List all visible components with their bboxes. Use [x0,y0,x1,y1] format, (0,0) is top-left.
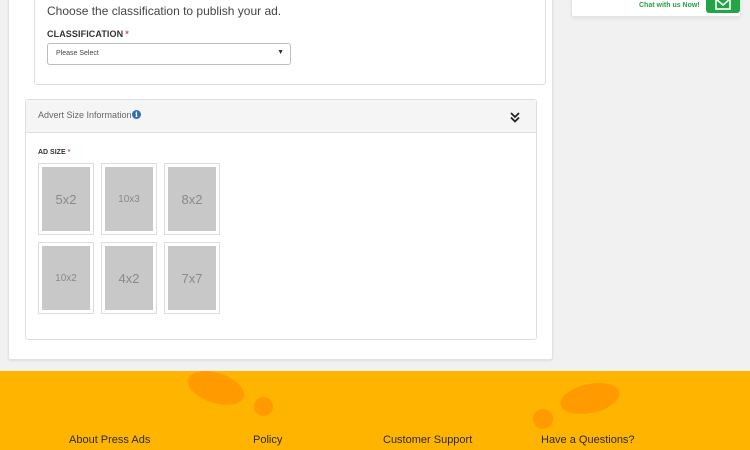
footer: About Press Ads Policy Customer Support … [0,371,750,450]
double-chevron-down-icon[interactable] [508,110,522,124]
decorative-dot [254,397,273,416]
info-icon[interactable]: i [132,110,141,119]
caret-down-icon: ▼ [277,49,284,56]
ad-size-preview: 7x7 [168,246,216,310]
required-mark: * [125,29,129,39]
footer-support-link[interactable]: Customer Support [383,434,472,446]
ad-size-option-4x2[interactable]: 4x2 [101,242,157,314]
ad-size-preview: 8x2 [168,167,216,231]
advert-size-header[interactable]: Advert Size Information i [26,100,536,133]
ad-size-preview: 5x2 [42,167,90,231]
chat-button[interactable] [706,0,740,13]
decorative-blob [557,378,623,419]
classification-intro: Choose the classification to publish you… [47,4,282,18]
footer-policy-link[interactable]: Policy [253,434,282,446]
classification-select[interactable]: Please Select ▼ [47,43,291,65]
ad-size-preview: 10x2 [42,246,90,310]
classification-label: CLASSIFICATION * [47,29,129,39]
ad-size-label: AD SIZE * [38,149,70,156]
ad-size-option-10x2[interactable]: 10x2 [38,242,94,314]
ad-size-option-7x7[interactable]: 7x7 [164,242,220,314]
classification-panel: Choose the classification to publish you… [34,0,546,85]
chat-widget[interactable]: Chat with us Now! [571,0,741,17]
envelope-icon [715,0,731,10]
footer-about-link[interactable]: About Press Ads [69,434,150,446]
footer-questions-link[interactable]: Have a Questions? [541,434,635,446]
ad-size-label-text: AD SIZE [38,149,66,156]
ad-size-option-8x2[interactable]: 8x2 [164,163,220,235]
required-mark: * [67,149,71,156]
chat-text[interactable]: Chat with us Now! [639,2,700,9]
advert-size-title: Advert Size Information [38,110,132,120]
advert-size-panel: Advert Size Information i AD SIZE * 5x2 1… [25,99,537,340]
ad-size-preview: 4x2 [105,246,153,310]
ad-size-option-10x3[interactable]: 10x3 [101,163,157,235]
decorative-blob [183,371,249,412]
ad-size-preview: 10x3 [105,167,153,231]
decorative-dot [533,409,553,429]
ad-size-option-5x2[interactable]: 5x2 [38,163,94,235]
classification-select-value: Please Select [56,50,99,57]
classification-label-text: CLASSIFICATION [47,29,124,39]
